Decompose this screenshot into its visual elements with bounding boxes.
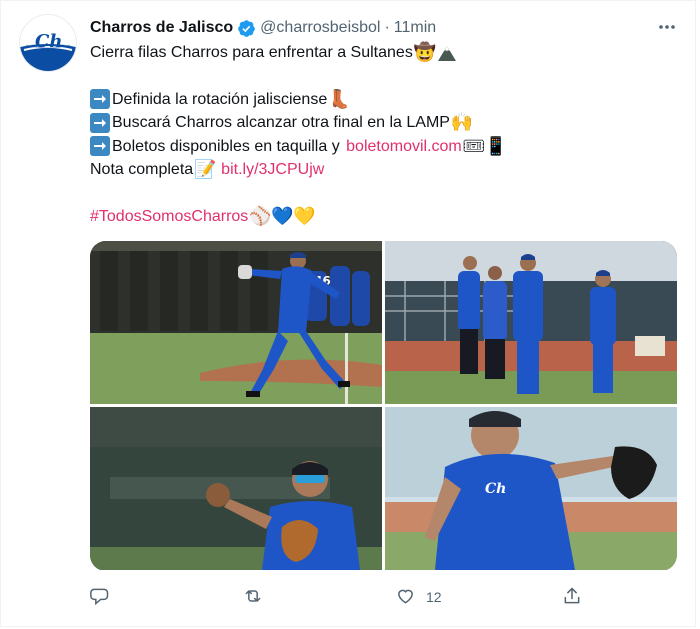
arrow-right-icon: [90, 136, 110, 157]
media-grid: 46: [90, 241, 677, 571]
photo-players-group[interactable]: [385, 241, 677, 404]
tweet-header: Charros de Jalisco @charrosbeisbol · 11m…: [90, 17, 436, 39]
arrow-right-icon: [90, 89, 110, 110]
boletomovil-link[interactable]: boletomovil.com: [346, 135, 462, 158]
author-handle[interactable]: @charrosbeisbol: [260, 19, 380, 37]
tweet-line: Definida la rotación jalisciense 👢: [90, 88, 680, 111]
yellow-heart-emoji-icon: 💛: [293, 205, 316, 226]
tweet-actions: 12: [90, 585, 590, 609]
baseball-emoji-icon: ⚾: [249, 205, 272, 226]
phone-emoji-icon: 📱: [484, 135, 507, 156]
blue-heart-emoji-icon: 💙: [271, 205, 294, 226]
cowboy-emoji-icon: 🤠: [413, 41, 437, 62]
article-link[interactable]: bit.ly/3JCPUjw: [221, 158, 324, 181]
photo-player-glove[interactable]: Ch: [385, 407, 677, 570]
tweet-line: #TodosSomosCharros ⚾ 💙 💛: [90, 205, 680, 228]
hashtag-link[interactable]: #TodosSomosCharros: [90, 205, 248, 228]
share-icon: [562, 586, 582, 609]
avatar[interactable]: Ch: [20, 15, 76, 71]
avatar-logo-text: Ch: [35, 31, 62, 52]
like-button[interactable]: 12: [395, 585, 442, 609]
verified-badge-icon: [237, 19, 256, 38]
raised-hands-emoji-icon: 🙌: [450, 112, 474, 133]
retweet-icon: [242, 586, 264, 609]
photo-player-sunglasses[interactable]: [90, 407, 382, 570]
tweet-card[interactable]: Ch Charros de Jalisco @charrosbeisbol · …: [0, 0, 696, 627]
tweet-timestamp[interactable]: 11min: [394, 19, 436, 37]
memo-emoji-icon: 📝: [193, 158, 217, 179]
tweet-line: Nota completa 📝 bit.ly/3JCPUjw: [90, 158, 680, 181]
reply-icon: [90, 586, 110, 609]
tweet-text: Cierra filas Charros para enfrentar a Su…: [90, 41, 680, 228]
photo-pitcher-throwing[interactable]: 46: [90, 241, 382, 404]
jersey-logo-text: Ch: [485, 481, 506, 497]
heart-icon: [395, 586, 416, 609]
retweet-button[interactable]: [242, 585, 264, 609]
tweet-line-text: Nota completa: [90, 160, 194, 178]
tweet-line: Boletos disponibles en taquilla y boleto…: [90, 135, 680, 158]
tweet-line-text: Definida la rotación jalisciense: [112, 90, 328, 108]
ticket-emoji-icon: 🎟: [462, 135, 486, 156]
tweet-line-text: Boletos disponibles en taquilla y: [112, 137, 345, 155]
mountain-emoji-icon: [437, 43, 457, 63]
tweet-line: Buscará Charros alcanzar otra final en l…: [90, 111, 680, 134]
tweet-line: Cierra filas Charros para enfrentar a Su…: [90, 41, 680, 64]
share-button[interactable]: [562, 585, 582, 609]
tweet-line-text: Cierra filas Charros para enfrentar a Su…: [90, 44, 413, 61]
separator-dot: ·: [384, 19, 390, 36]
reply-button[interactable]: [90, 585, 110, 609]
author-name[interactable]: Charros de Jalisco: [90, 19, 233, 37]
tweet-line-text: Buscará Charros alcanzar otra final en l…: [112, 114, 450, 132]
charros-logo: Ch: [20, 15, 76, 71]
boot-emoji-icon: 👢: [328, 88, 351, 109]
more-options-icon[interactable]: [656, 17, 678, 37]
like-count: 12: [426, 589, 442, 605]
arrow-right-icon: [90, 112, 110, 133]
